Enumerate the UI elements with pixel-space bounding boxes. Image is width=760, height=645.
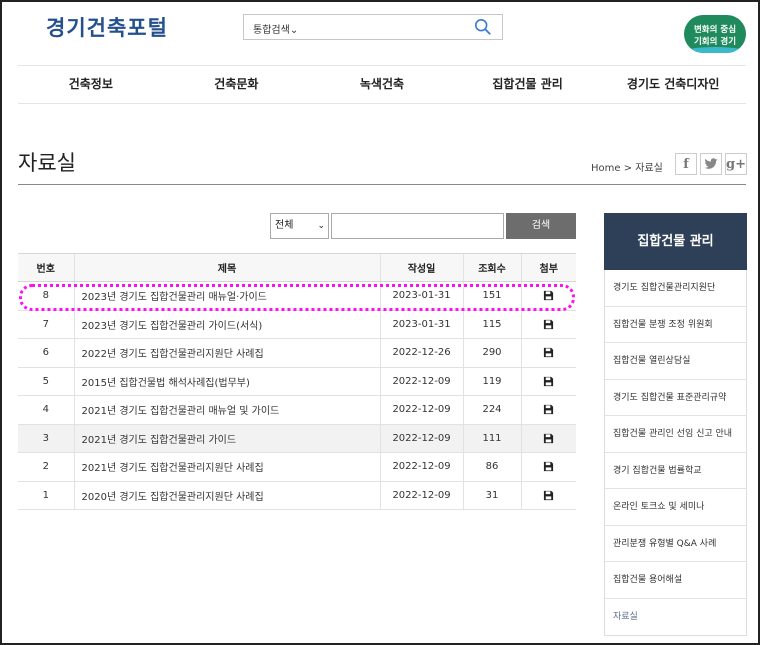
row-no: 2 <box>18 452 74 482</box>
sidebar-item-open-counseling[interactable]: 집합건물 열린상담실 <box>605 343 746 380</box>
twitter-share-icon[interactable] <box>700 153 722 175</box>
badge-line2: 기회의 경기 <box>693 37 737 47</box>
row-date: 2022-12-09 <box>379 424 463 453</box>
nav-item-gyeonggi-design[interactable]: 경기도 건축디자인 <box>600 66 746 103</box>
row-title-link[interactable]: 2023년 경기도 집합건물관리 가이드(서식) <box>73 310 380 339</box>
category-select[interactable]: 전체 ⌄ <box>270 213 329 239</box>
row-no: 5 <box>18 367 74 396</box>
keyword-input[interactable] <box>331 213 504 239</box>
badge-line1: 변화의 중심 <box>693 25 737 35</box>
sidebar-title: 집합건물 관리 <box>604 213 747 270</box>
floppy-disk-icon[interactable] <box>543 490 554 501</box>
sidebar-item-resources[interactable]: 자료실 <box>605 599 746 636</box>
row-views: 111 <box>462 424 521 453</box>
nav-divider-bottom <box>18 103 746 104</box>
chevron-down-icon: ⌄ <box>317 221 325 231</box>
row-views: 119 <box>462 367 521 396</box>
row-no: 4 <box>18 395 74 425</box>
row-title-link[interactable]: 2021년 경기도 집합건물관리 가이드 <box>73 424 380 453</box>
sidebar-item-glossary[interactable]: 집합건물 용어해설 <box>605 562 746 599</box>
row-no: 8 <box>18 281 74 311</box>
row-views: 31 <box>462 481 521 510</box>
board-search-button[interactable]: 검색 <box>506 213 576 239</box>
sidebar-item-standard-rules[interactable]: 경기도 집합건물 표준관리규약 <box>605 380 746 416</box>
facebook-share-icon[interactable]: f <box>675 153 697 175</box>
sidebar-item-law-school[interactable]: 경기 집합건물 법률학교 <box>605 453 746 489</box>
floppy-disk-icon[interactable] <box>543 433 554 444</box>
sidebar-item-qa-cases[interactable]: 관리분쟁 유형별 Q&A 사례 <box>605 526 746 562</box>
global-search-box[interactable]: 통합검색⌄ <box>243 14 503 40</box>
floppy-disk-icon[interactable] <box>543 404 554 415</box>
site-logo[interactable]: 경기건축포털 <box>46 12 168 42</box>
page-frame: 경기건축포털 통합검색⌄ 변화의 중심 기회의 경기 건축정보 건축문화 녹색건… <box>0 0 760 645</box>
row-title-link[interactable]: 2022년 경기도 집합건물관리지원단 사례집 <box>73 338 380 368</box>
table-row[interactable]: 6 2022년 경기도 집합건물관리지원단 사례집 2022-12-26 290 <box>18 338 576 368</box>
row-date: 2022-12-09 <box>379 452 463 482</box>
row-date: 2022-12-09 <box>379 367 463 396</box>
row-title-link[interactable]: 2023년 경기도 집합건물관리 매뉴얼·가이드 <box>73 281 380 311</box>
row-date: 2023-01-31 <box>379 281 463 311</box>
row-title-link[interactable]: 2020년 경기도 집합건물관리지원단 사례집 <box>73 481 380 510</box>
floppy-disk-icon[interactable] <box>543 461 554 472</box>
nav-item-collective-building[interactable]: 집합건물 관리 <box>455 66 601 103</box>
table-row[interactable]: 7 2023년 경기도 집합건물관리 가이드(서식) 2023-01-31 11… <box>18 310 576 339</box>
col-header-date: 작성일 <box>379 253 463 282</box>
nav-item-architecture-culture[interactable]: 건축문화 <box>164 66 310 103</box>
floppy-disk-icon[interactable] <box>543 290 554 301</box>
row-title-link[interactable]: 2015년 집합건물법 해석사례집(법무부) <box>73 367 380 396</box>
table-row[interactable]: 1 2020년 경기도 집합건물관리지원단 사례집 2022-12-09 31 <box>18 481 576 510</box>
row-date: 2022-12-26 <box>379 338 463 368</box>
floppy-disk-icon[interactable] <box>543 376 554 387</box>
col-header-views: 조회수 <box>462 253 521 282</box>
row-title-link[interactable]: 2021년 경기도 집합건물관리 매뉴얼 및 가이드 <box>73 395 380 425</box>
row-views: 115 <box>462 310 521 339</box>
row-date: 2022-12-09 <box>379 481 463 510</box>
sidebar-menu: 경기도 집합건물관리지원단 집합건물 분쟁 조정 위원회 집합건물 열린상담실 … <box>604 270 747 636</box>
sidebar-item-manager-report[interactable]: 집합건물 관리인 선임 신고 안내 <box>605 416 746 453</box>
resource-table: 번호 제목 작성일 조회수 첨부 8 2023년 경기도 집합건물관리 매뉴얼·… <box>18 253 576 510</box>
row-date: 2023-01-31 <box>379 310 463 339</box>
sidebar-item-dispute-committee[interactable]: 집합건물 분쟁 조정 위원회 <box>605 307 746 343</box>
table-row[interactable]: 8 2023년 경기도 집합건물관리 매뉴얼·가이드 2023-01-31 15… <box>18 281 576 311</box>
floppy-disk-icon[interactable] <box>543 319 554 330</box>
row-no: 7 <box>18 310 74 339</box>
table-row[interactable]: 5 2015년 집합건물법 해석사례집(법무부) 2022-12-09 119 <box>18 367 576 396</box>
googleplus-share-icon[interactable]: g+ <box>725 153 747 175</box>
breadcrumb[interactable]: Home > 자료실 <box>591 159 663 174</box>
badge-wave-decoration <box>684 47 746 53</box>
col-header-no: 번호 <box>18 253 74 282</box>
sidebar-item-support-team[interactable]: 경기도 집합건물관리지원단 <box>605 270 746 307</box>
table-header-row: 번호 제목 작성일 조회수 첨부 <box>18 253 576 282</box>
col-header-title: 제목 <box>73 253 380 282</box>
row-views: 151 <box>462 281 521 311</box>
category-select-value: 전체 <box>275 220 294 231</box>
search-scope-select[interactable]: 통합검색⌄ <box>253 21 298 36</box>
table-row[interactable]: 4 2021년 경기도 집합건물관리 매뉴얼 및 가이드 2022-12-09 … <box>18 395 576 425</box>
sidebar-item-online-talk[interactable]: 온라인 토크쇼 및 세미나 <box>605 489 746 526</box>
table-row[interactable]: 3 2021년 경기도 집합건물관리 가이드 2022-12-09 111 <box>18 424 576 453</box>
page-title: 자료실 <box>18 151 76 175</box>
nav-item-green-building[interactable]: 녹색건축 <box>309 66 455 103</box>
row-no: 6 <box>18 338 74 368</box>
search-icon[interactable] <box>474 18 492 36</box>
row-views: 224 <box>462 395 521 425</box>
row-no: 3 <box>18 424 74 453</box>
col-header-attachment: 첨부 <box>520 253 576 282</box>
row-date: 2022-12-09 <box>379 395 463 425</box>
main-nav: 건축정보 건축문화 녹색건축 집합건물 관리 경기도 건축디자인 <box>18 66 746 103</box>
row-views: 290 <box>462 338 521 368</box>
title-divider <box>18 184 746 185</box>
nav-item-architecture-info[interactable]: 건축정보 <box>18 66 164 103</box>
gyeonggi-slogan-badge[interactable]: 변화의 중심 기회의 경기 <box>684 15 746 53</box>
row-views: 86 <box>462 452 521 482</box>
table-row[interactable]: 2 2021년 경기도 집합건물관리지원단 사례집 2022-12-09 86 <box>18 452 576 482</box>
floppy-disk-icon[interactable] <box>543 347 554 358</box>
row-title-link[interactable]: 2021년 경기도 집합건물관리지원단 사례집 <box>73 452 380 482</box>
row-no: 1 <box>18 481 74 510</box>
